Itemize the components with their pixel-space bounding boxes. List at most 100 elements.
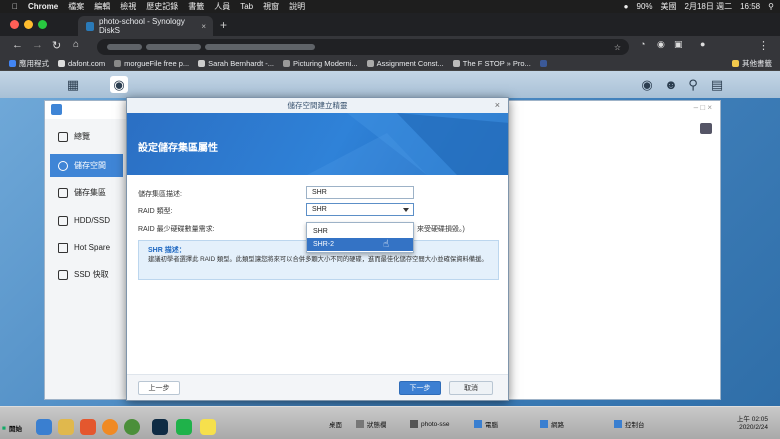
other-bookmarks[interactable]: 其他書籤 bbox=[732, 58, 772, 69]
back-icon[interactable]: ← bbox=[12, 39, 23, 51]
menu-file[interactable]: 檔案 bbox=[68, 1, 84, 12]
address-bar[interactable]: ☆ bbox=[97, 39, 629, 55]
apple-icon[interactable]:  bbox=[12, 2, 18, 11]
menu-history[interactable]: 歷史記錄 bbox=[146, 1, 178, 12]
main-menu-icon[interactable]: ▦ bbox=[64, 76, 82, 93]
menu-people[interactable]: 人員 bbox=[214, 1, 230, 12]
prev-button[interactable]: 上一步 bbox=[138, 381, 180, 395]
window-minimize-button[interactable] bbox=[24, 20, 33, 29]
extension-icon[interactable]: ▣ bbox=[674, 39, 683, 50]
volume-icon bbox=[58, 160, 68, 171]
menu-app-name[interactable]: Chrome bbox=[28, 2, 58, 11]
wizard-banner: 設定儲存集區屬性 bbox=[127, 113, 508, 175]
input-source[interactable]: 美國 bbox=[661, 1, 677, 12]
min-disk-note: 來受硬碟損毀。) bbox=[417, 226, 465, 233]
taskbar-window-status[interactable]: 狀態欄 bbox=[356, 415, 387, 433]
dialog-close-icon[interactable]: × bbox=[495, 98, 500, 113]
menu-help[interactable]: 說明 bbox=[289, 1, 305, 12]
clock-time: 上午 02:05 bbox=[736, 416, 768, 423]
wifi-icon[interactable]: ● bbox=[624, 2, 629, 11]
sidebar-item-overview[interactable]: 總覽 bbox=[50, 125, 123, 148]
raid-description-title: SHR 描述： bbox=[148, 247, 186, 254]
sidebar-item-ssd-cache[interactable]: SSD 快取 bbox=[50, 263, 123, 286]
chat-icon[interactable]: ◉ bbox=[638, 76, 656, 93]
window-icon bbox=[410, 420, 418, 428]
site-icon bbox=[366, 60, 374, 67]
control-panel-icon bbox=[614, 420, 622, 428]
bookmark-facebook[interactable] bbox=[539, 60, 547, 67]
firefox-icon[interactable] bbox=[102, 419, 118, 435]
user-icon[interactable]: ☻ bbox=[662, 76, 680, 93]
url-blurred bbox=[146, 44, 201, 50]
cancel-button[interactable]: 取消 bbox=[449, 381, 493, 395]
chrome-menu-icon[interactable]: ⋮ bbox=[758, 39, 769, 52]
profile-avatar[interactable]: ● bbox=[700, 39, 705, 49]
taskbar-window-control-panel[interactable]: 控制台 bbox=[614, 415, 645, 433]
next-button[interactable]: 下一步 bbox=[399, 381, 441, 395]
line-app-icon[interactable] bbox=[176, 419, 192, 435]
browser-tab[interactable]: photo-school - Synology DiskS × bbox=[78, 16, 213, 36]
sidebar-item-hdd[interactable]: HDD/SSD bbox=[50, 209, 123, 232]
sidebar: 總覽 儲存空間 儲存集區 HDD/SSD Hot Spare SSD 快取 bbox=[45, 119, 127, 399]
apps-grid-icon bbox=[9, 60, 16, 67]
raid-type-select[interactable]: SHR bbox=[306, 203, 414, 216]
chrome-tab-bar: photo-school - Synology DiskS × + bbox=[0, 13, 780, 36]
battery-percent[interactable]: 90% bbox=[637, 2, 653, 11]
menu-bookmarks[interactable]: 書籤 bbox=[188, 1, 204, 12]
bookmark-item[interactable]: Picturing Moderni... bbox=[283, 59, 358, 68]
taskbar-window-network[interactable]: 網路 bbox=[540, 415, 564, 433]
taskbar-window-photo[interactable]: photo-sse bbox=[410, 415, 450, 433]
sidebar-item-storage-pool[interactable]: 儲存集區 bbox=[50, 181, 123, 204]
tab-close-icon[interactable]: × bbox=[201, 22, 206, 31]
menubar-time[interactable]: 16:58 bbox=[740, 2, 760, 11]
pool-desc-input[interactable]: SHR bbox=[306, 186, 414, 199]
raid-option-shr[interactable]: SHR bbox=[307, 225, 413, 238]
storage-manager-taskbar-icon[interactable]: ◉ bbox=[110, 76, 128, 93]
dialog-titlebar: 儲存空間建立精靈 × bbox=[127, 98, 508, 113]
ie-icon[interactable] bbox=[36, 419, 52, 435]
bookmark-star-icon[interactable]: ☆ bbox=[614, 43, 621, 52]
window-close-button[interactable] bbox=[10, 20, 19, 29]
widgets-icon[interactable]: ▤ bbox=[708, 76, 726, 93]
extension-icon[interactable]: ◔ bbox=[640, 39, 645, 49]
menu-edit[interactable]: 編輯 bbox=[94, 1, 110, 12]
raid-type-dropdown: SHR SHR-2 ☝ bbox=[306, 222, 414, 253]
taskbar-clock[interactable]: 上午 02:05 2020/2/24 bbox=[737, 416, 768, 432]
url-blurred bbox=[107, 44, 142, 50]
chrome-icon[interactable] bbox=[124, 419, 140, 435]
sidebar-item-volume[interactable]: 儲存空間 bbox=[50, 154, 123, 177]
reload-icon[interactable]: ↻ bbox=[52, 39, 61, 52]
bookmark-item[interactable]: Assignment Const... bbox=[366, 59, 444, 68]
menu-view[interactable]: 檢視 bbox=[120, 1, 136, 12]
sidebar-item-hot-spare[interactable]: Hot Spare bbox=[50, 236, 123, 259]
hdd-icon bbox=[58, 215, 68, 226]
photoshop-icon[interactable] bbox=[152, 419, 168, 435]
bookmark-apps[interactable]: 應用程式 bbox=[9, 58, 49, 69]
start-button[interactable]: ■ 開始 bbox=[2, 419, 22, 437]
bookmark-item[interactable]: Sarah Bernhardt -... bbox=[198, 59, 274, 68]
bookmark-item[interactable]: morgueFile free p... bbox=[114, 59, 189, 68]
site-icon bbox=[452, 60, 460, 67]
raid-option-shr2[interactable]: SHR-2 bbox=[307, 238, 413, 251]
notes-icon[interactable] bbox=[200, 419, 216, 435]
search-icon[interactable]: ⚲ bbox=[768, 2, 774, 11]
search-icon[interactable]: ⚲ bbox=[684, 76, 702, 93]
windows-logo-icon: ■ bbox=[2, 424, 6, 432]
mac-menubar:  Chrome 檔案 編輯 檢視 歷史記錄 書籤 人員 Tab 視窗 說明 ●… bbox=[0, 0, 780, 13]
taskbar-desktop[interactable]: 桌面 bbox=[329, 415, 342, 433]
bookmark-item[interactable]: The F STOP » Pro... bbox=[452, 59, 531, 68]
window-controls-icon[interactable]: – □ × bbox=[694, 103, 712, 112]
home-icon[interactable]: ⌂ bbox=[73, 39, 79, 50]
bookmark-item[interactable]: dafont.com bbox=[58, 59, 105, 68]
window-zoom-button[interactable] bbox=[38, 20, 47, 29]
extension-icon[interactable]: ◉ bbox=[657, 39, 665, 50]
menubar-date[interactable]: 2月18日 週二 bbox=[685, 1, 733, 12]
new-tab-button[interactable]: + bbox=[220, 18, 227, 32]
media-player-icon[interactable] bbox=[80, 419, 96, 435]
menu-tab[interactable]: Tab bbox=[240, 2, 253, 11]
menu-window[interactable]: 視窗 bbox=[263, 1, 279, 12]
folder-icon[interactable] bbox=[58, 419, 74, 435]
taskbar-window-computer[interactable]: 電腦 bbox=[474, 415, 498, 433]
list-options-icon[interactable] bbox=[700, 123, 712, 134]
forward-icon[interactable]: → bbox=[32, 39, 43, 51]
